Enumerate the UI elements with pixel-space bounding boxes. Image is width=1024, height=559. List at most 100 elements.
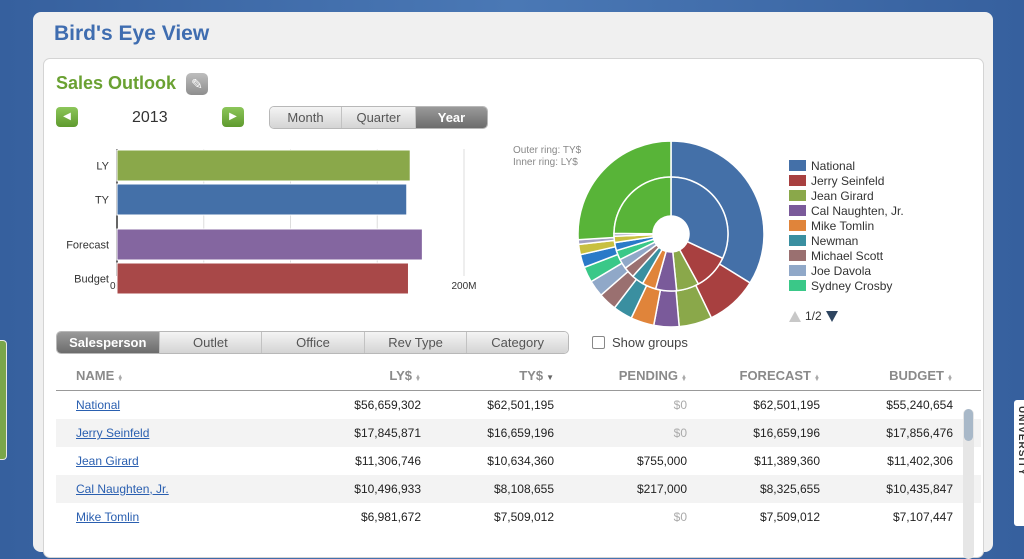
column-header-label: LY$	[389, 368, 412, 383]
tab-office[interactable]: Office	[262, 332, 365, 353]
cell-forecast: $8,325,655	[687, 482, 820, 496]
legend-item-sydney-crosby[interactable]: Sydney Crosby	[789, 278, 904, 293]
cell-value: $11,389,360	[754, 454, 820, 468]
cell-value: $11,306,746	[355, 454, 421, 468]
column-header-label: PENDING	[618, 368, 678, 383]
column-header-label: TY$	[519, 368, 544, 383]
cell-value: $55,240,654	[886, 398, 953, 412]
column-header-pending[interactable]: PENDING ▲▼	[554, 368, 687, 383]
previous-year-button[interactable]: ◀	[56, 107, 78, 127]
legend-item-newman[interactable]: Newman	[789, 233, 904, 248]
page-down-icon[interactable]	[825, 310, 838, 322]
column-header-budget[interactable]: BUDGET ▲▼	[820, 368, 953, 383]
legend-label: Jerry Seinfeld	[811, 173, 885, 188]
cell-value: $0	[673, 398, 687, 412]
tab-salesperson[interactable]: Salesperson	[57, 332, 160, 353]
tab-category[interactable]: Category	[467, 332, 568, 353]
cell-ty: $10,634,360	[421, 454, 554, 468]
page-title: Bird's Eye View	[54, 22, 210, 45]
cell-value: $7,509,012	[493, 510, 554, 524]
cell-value: $11,402,306	[887, 454, 953, 468]
cell-value: $10,496,933	[354, 482, 421, 496]
legend-label: Mike Tomlin	[811, 218, 875, 233]
cell-ly: $10,496,933	[226, 482, 421, 496]
cell-value: $8,108,655	[493, 482, 554, 496]
legend-item-jean-girard[interactable]: Jean Girard	[789, 188, 904, 203]
period-option-month[interactable]: Month	[270, 107, 342, 128]
bar-ly[interactable]	[116, 149, 411, 182]
legend-swatch	[789, 175, 806, 186]
period-selector: Month Quarter Year	[269, 106, 488, 129]
show-groups-checkbox[interactable]	[592, 336, 605, 349]
bar-forecast[interactable]	[116, 228, 423, 261]
tab-rev-type[interactable]: Rev Type	[364, 332, 468, 353]
legend-label: Joe Davola	[811, 263, 872, 278]
column-header-ty[interactable]: TY$ ▼	[421, 368, 554, 383]
cell-ty: $7,509,012	[421, 510, 554, 524]
cell-forecast: $11,389,360	[687, 454, 820, 468]
legend-item-cal-naughten-jr[interactable]: Cal Naughten, Jr.	[789, 203, 904, 218]
column-header-label: BUDGET	[889, 368, 944, 383]
legend-item-jerry-seinfeld[interactable]: Jerry Seinfeld	[789, 173, 904, 188]
cell-budget: $11,402,306	[820, 454, 953, 468]
bar-budget[interactable]	[116, 262, 409, 295]
column-header-forecast[interactable]: FORECAST ▲▼	[687, 368, 821, 383]
cell-name: Jerry Seinfeld	[56, 426, 226, 440]
legend-swatch	[789, 190, 806, 201]
x-tick-label: 200M	[451, 281, 476, 292]
cell-value: $10,634,360	[487, 454, 554, 468]
column-header-name[interactable]: NAME ▲▼	[56, 368, 226, 383]
tab-outlet[interactable]: Outlet	[159, 332, 263, 353]
section-title: Sales Outlook	[56, 73, 177, 93]
legend-item-mike-tomlin[interactable]: Mike Tomlin	[789, 218, 904, 233]
legend-item-joe-davola[interactable]: Joe Davola	[789, 263, 904, 278]
scroll-thumb[interactable]	[964, 409, 973, 441]
category-label-budget: Budget	[74, 274, 109, 286]
salesperson-link[interactable]: Mike Tomlin	[76, 510, 139, 524]
bar-ty[interactable]	[116, 183, 408, 216]
category-label-ty: TY	[95, 195, 110, 207]
sales-outlook-panel: Sales Outlook ✎ ◀ 2013 ▶ Month Quarter Yea…	[43, 58, 984, 559]
left-side-tab[interactable]	[0, 340, 7, 460]
legend-item-national[interactable]: National	[789, 158, 904, 173]
cell-pending: $0	[554, 510, 687, 524]
legend-swatch	[789, 205, 806, 216]
edit-button[interactable]: ✎	[186, 73, 208, 95]
table-row: National $56,659,302 $62,501,195 $0 $62,501,…	[56, 391, 981, 419]
cell-value: $7,509,012	[759, 510, 820, 524]
legend-label: Newman	[811, 233, 859, 248]
legend-pager: 1/2	[789, 309, 838, 323]
table-header: NAME ▲▼ LY$ ▲▼ TY$ ▼ PENDING ▲▼ FORECAST ▲▼ BUDGET…	[56, 361, 981, 391]
cell-budget: $7,107,447	[820, 510, 953, 524]
cell-name: Mike Tomlin	[56, 510, 226, 524]
grouping-tabs: Salesperson Outlet Office Rev Type Category	[56, 331, 569, 354]
cell-value: $6,981,672	[360, 510, 421, 524]
cell-pending: $0	[554, 398, 687, 412]
page-up-icon[interactable]	[789, 310, 801, 322]
cell-forecast: $7,509,012	[687, 510, 820, 524]
salesperson-link[interactable]: National	[76, 398, 120, 412]
show-groups-toggle[interactable]: Show groups	[592, 335, 688, 350]
period-option-year[interactable]: Year	[416, 107, 487, 128]
cell-value: $62,501,195	[753, 398, 820, 412]
period-option-quarter[interactable]: Quarter	[342, 107, 416, 128]
legend-item-michael-scott[interactable]: Michael Scott	[789, 248, 904, 263]
cell-ly: $56,659,302	[226, 398, 421, 412]
legend-swatch	[789, 265, 806, 276]
column-header-ly[interactable]: LY$ ▲▼	[226, 368, 421, 383]
table-scrollbar[interactable]	[963, 409, 974, 559]
cell-pending: $755,000	[554, 454, 687, 468]
university-side-tab[interactable]: UNIVERSITY	[1014, 400, 1024, 526]
salesperson-link[interactable]: Jean Girard	[76, 454, 139, 468]
year-label: 2013	[132, 109, 168, 126]
salesperson-link[interactable]: Cal Naughten, Jr.	[76, 482, 169, 496]
chart-legend: National Jerry Seinfeld Jean Girard Cal Nau…	[789, 158, 904, 293]
legend-swatch	[789, 220, 806, 231]
arrow-right-icon: ▶	[229, 111, 237, 122]
cell-value: $0	[673, 426, 687, 440]
salesperson-link[interactable]: Jerry Seinfeld	[76, 426, 149, 440]
bar-chart: 0M50M100M150M200MLYTYForecastBudget	[66, 149, 477, 295]
cell-value: $8,325,655	[759, 482, 820, 496]
next-year-button[interactable]: ▶	[222, 107, 244, 127]
cell-forecast: $62,501,195	[687, 398, 820, 412]
